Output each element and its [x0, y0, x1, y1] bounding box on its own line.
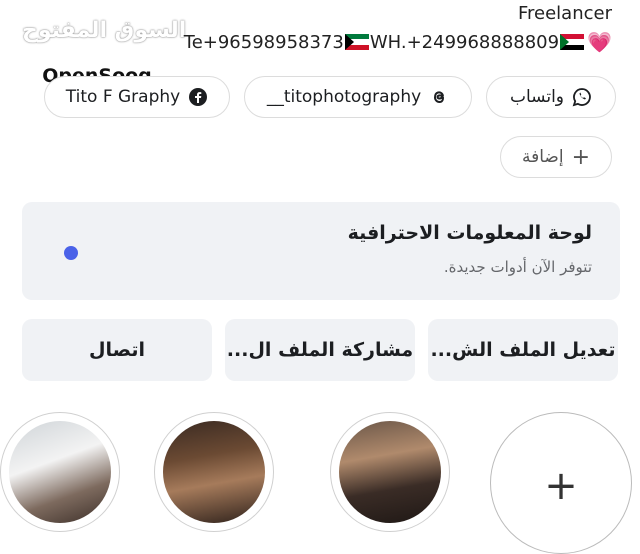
highlight-thumbnail	[339, 421, 441, 523]
highlight-thumbnail	[163, 421, 265, 523]
story-highlight[interactable]	[330, 412, 450, 532]
sudan-flag-icon	[560, 34, 585, 50]
whatsapp-link-label: واتساب	[509, 87, 564, 107]
phone-text: Te+96598958373	[183, 31, 344, 53]
add-link-button[interactable]: إضافة +	[500, 136, 612, 178]
threads-link-button[interactable]: __titophotography	[244, 76, 472, 118]
whatsapp-link-button[interactable]: واتساب	[486, 76, 616, 118]
facebook-link-button[interactable]: Tito F Graphy	[44, 76, 230, 118]
professional-dashboard-card[interactable]: لوحة المعلومات الاحترافية تتوفر الآن أدو…	[22, 202, 620, 300]
plus-icon: +	[571, 144, 591, 170]
whatsapp-icon	[572, 88, 591, 107]
plus-icon: +	[544, 463, 578, 509]
bio-contact-line: Te+96598958373 WH.+249968888809 💗	[184, 30, 612, 54]
edit-profile-button[interactable]: تعديل الملف الش...	[428, 319, 618, 381]
add-link-label: إضافة	[521, 147, 564, 167]
story-highlight[interactable]	[0, 412, 120, 532]
dashboard-subtitle: تتوفر الآن أدوات جديدة.	[443, 258, 592, 276]
whatsapp-number-text: WH.+249968888809	[369, 31, 560, 53]
contact-button[interactable]: اتصال	[22, 319, 212, 381]
share-profile-button[interactable]: مشاركة الملف ال...	[225, 319, 415, 381]
facebook-link-label: Tito F Graphy	[65, 87, 181, 107]
threads-icon	[434, 91, 445, 104]
notification-dot	[64, 246, 78, 260]
threads-link-label: __titophotography	[266, 87, 422, 107]
opensooq-watermark: السوق المفتوح	[22, 18, 187, 43]
profile-category: Freelancer	[517, 3, 612, 24]
facebook-icon	[189, 88, 208, 106]
kuwait-flag-icon	[344, 34, 369, 50]
heart-icon: 💗	[587, 30, 612, 54]
dashboard-title: لوحة المعلومات الاحترافية	[347, 222, 592, 244]
story-highlight[interactable]	[154, 412, 274, 532]
new-highlight-button[interactable]: +	[490, 412, 632, 554]
highlight-thumbnail	[9, 421, 111, 523]
